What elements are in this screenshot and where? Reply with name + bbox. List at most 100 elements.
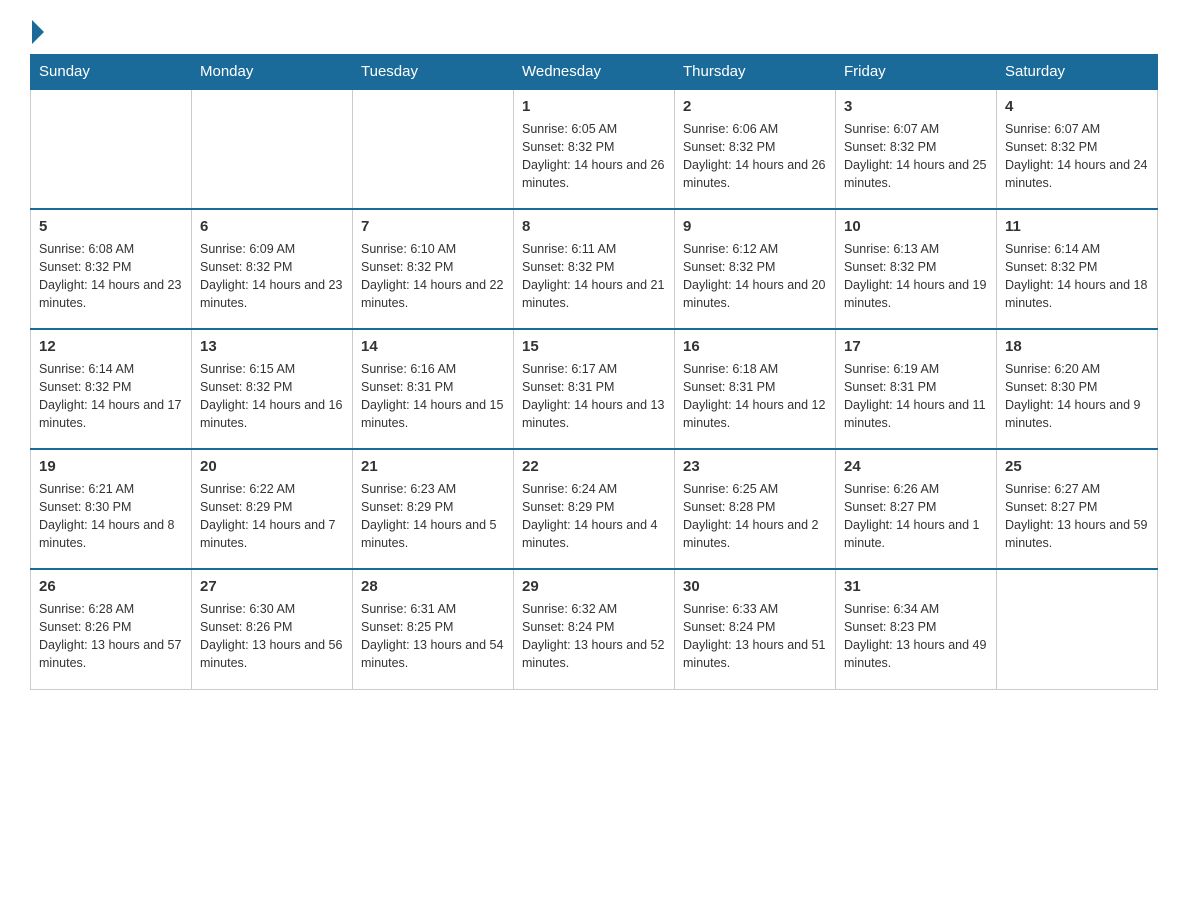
day-info-text: Daylight: 13 hours and 59 minutes. xyxy=(1005,516,1149,552)
calendar-cell: 27Sunrise: 6:30 AMSunset: 8:26 PMDayligh… xyxy=(192,569,353,689)
calendar-week-row: 5Sunrise: 6:08 AMSunset: 8:32 PMDaylight… xyxy=(31,209,1158,329)
day-info-text: Daylight: 14 hours and 15 minutes. xyxy=(361,396,505,432)
day-info-text: Sunset: 8:28 PM xyxy=(683,498,827,516)
day-info-text: Sunset: 8:24 PM xyxy=(683,618,827,636)
day-number: 19 xyxy=(39,456,183,478)
day-info-text: Daylight: 14 hours and 26 minutes. xyxy=(683,156,827,192)
day-info-text: Daylight: 14 hours and 9 minutes. xyxy=(1005,396,1149,432)
calendar-week-row: 19Sunrise: 6:21 AMSunset: 8:30 PMDayligh… xyxy=(31,449,1158,569)
day-info-text: Sunset: 8:30 PM xyxy=(1005,378,1149,396)
day-info-text: Daylight: 14 hours and 26 minutes. xyxy=(522,156,666,192)
day-info-text: Sunset: 8:29 PM xyxy=(200,498,344,516)
day-info-text: Sunrise: 6:06 AM xyxy=(683,120,827,138)
day-info-text: Sunrise: 6:28 AM xyxy=(39,600,183,618)
calendar-cell: 22Sunrise: 6:24 AMSunset: 8:29 PMDayligh… xyxy=(514,449,675,569)
day-info-text: Sunset: 8:32 PM xyxy=(1005,258,1149,276)
day-info-text: Daylight: 13 hours and 54 minutes. xyxy=(361,636,505,672)
day-info-text: Sunrise: 6:18 AM xyxy=(683,360,827,378)
day-info-text: Sunset: 8:31 PM xyxy=(361,378,505,396)
day-info-text: Sunrise: 6:34 AM xyxy=(844,600,988,618)
calendar-cell: 13Sunrise: 6:15 AMSunset: 8:32 PMDayligh… xyxy=(192,329,353,449)
calendar-cell: 10Sunrise: 6:13 AMSunset: 8:32 PMDayligh… xyxy=(836,209,997,329)
day-info-text: Sunset: 8:32 PM xyxy=(844,138,988,156)
day-info-text: Sunrise: 6:21 AM xyxy=(39,480,183,498)
day-number: 14 xyxy=(361,336,505,358)
day-number: 12 xyxy=(39,336,183,358)
day-number: 27 xyxy=(200,576,344,598)
calendar-cell: 3Sunrise: 6:07 AMSunset: 8:32 PMDaylight… xyxy=(836,89,997,209)
day-number: 3 xyxy=(844,96,988,118)
calendar-cell: 31Sunrise: 6:34 AMSunset: 8:23 PMDayligh… xyxy=(836,569,997,689)
day-number: 29 xyxy=(522,576,666,598)
calendar-cell: 14 Sunrise: 6:16 AMSunset: 8:31 PMDayligh… xyxy=(353,329,514,449)
day-info-text: Daylight: 14 hours and 16 minutes. xyxy=(200,396,344,432)
calendar-cell: 5Sunrise: 6:08 AMSunset: 8:32 PMDaylight… xyxy=(31,209,192,329)
day-info-text: Daylight: 13 hours and 51 minutes. xyxy=(683,636,827,672)
calendar-cell: 17Sunrise: 6:19 AMSunset: 8:31 PMDayligh… xyxy=(836,329,997,449)
day-number: 18 xyxy=(1005,336,1149,358)
day-info-text: Sunrise: 6:15 AM xyxy=(200,360,344,378)
day-info-text: Sunset: 8:31 PM xyxy=(683,378,827,396)
calendar-cell: 24Sunrise: 6:26 AMSunset: 8:27 PMDayligh… xyxy=(836,449,997,569)
day-number: 24 xyxy=(844,456,988,478)
weekday-header-tuesday: Tuesday xyxy=(353,55,514,90)
calendar-cell: 28 Sunrise: 6:31 AMSunset: 8:25 PMDayligh… xyxy=(353,569,514,689)
day-info-text: Sunrise: 6:09 AM xyxy=(200,240,344,258)
day-info-text: Sunrise: 6:14 AM xyxy=(1005,240,1149,258)
day-info-text: Sunrise: 6:31 AM xyxy=(361,600,505,618)
calendar-cell xyxy=(192,89,353,209)
day-number: 7 xyxy=(361,216,505,238)
weekday-header-saturday: Saturday xyxy=(997,55,1158,90)
day-info-text: Sunrise: 6:33 AM xyxy=(683,600,827,618)
day-number: 23 xyxy=(683,456,827,478)
day-number: 4 xyxy=(1005,96,1149,118)
day-number: 28 xyxy=(361,576,505,598)
calendar-cell: 21Sunrise: 6:23 AMSunset: 8:29 PMDayligh… xyxy=(353,449,514,569)
day-info-text: Sunset: 8:32 PM xyxy=(522,138,666,156)
calendar-cell: 19Sunrise: 6:21 AMSunset: 8:30 PMDayligh… xyxy=(31,449,192,569)
calendar-cell: 29 Sunrise: 6:32 AMSunset: 8:24 PMDayligh… xyxy=(514,569,675,689)
day-info-text: Daylight: 14 hours and 5 minutes. xyxy=(361,516,505,552)
day-number: 30 xyxy=(683,576,827,598)
calendar-cell: 8Sunrise: 6:11 AMSunset: 8:32 PMDaylight… xyxy=(514,209,675,329)
day-info-text: Sunrise: 6:08 AM xyxy=(39,240,183,258)
day-info-text: Sunset: 8:32 PM xyxy=(522,258,666,276)
day-info-text: Sunrise: 6:10 AM xyxy=(361,240,505,258)
calendar-cell: 23Sunrise: 6:25 AMSunset: 8:28 PMDayligh… xyxy=(675,449,836,569)
calendar-cell xyxy=(353,89,514,209)
day-info-text: Sunset: 8:32 PM xyxy=(39,258,183,276)
weekday-header-monday: Monday xyxy=(192,55,353,90)
day-number: 10 xyxy=(844,216,988,238)
day-info-text: Sunrise: 6:26 AM xyxy=(844,480,988,498)
day-number: 25 xyxy=(1005,456,1149,478)
calendar-cell: 1Sunrise: 6:05 AMSunset: 8:32 PMDaylight… xyxy=(514,89,675,209)
day-info-text: Daylight: 14 hours and 11 minutes. xyxy=(844,396,988,432)
day-info-text: Daylight: 13 hours and 52 minutes. xyxy=(522,636,666,672)
day-info-text: Sunset: 8:32 PM xyxy=(1005,138,1149,156)
day-info-text: Sunrise: 6:16 AM xyxy=(361,360,505,378)
day-info-text: Daylight: 14 hours and 18 minutes. xyxy=(1005,276,1149,312)
day-info-text: Sunrise: 6:32 AM xyxy=(522,600,666,618)
day-info-text: Sunrise: 6:27 AM xyxy=(1005,480,1149,498)
day-info-text: Daylight: 13 hours and 56 minutes. xyxy=(200,636,344,672)
day-info-text: Sunrise: 6:14 AM xyxy=(39,360,183,378)
day-info-text: Daylight: 14 hours and 1 minute. xyxy=(844,516,988,552)
day-info-text: Sunset: 8:23 PM xyxy=(844,618,988,636)
day-info-text: Sunrise: 6:20 AM xyxy=(1005,360,1149,378)
calendar-table: SundayMondayTuesdayWednesdayThursdayFrid… xyxy=(30,54,1158,690)
day-number: 21 xyxy=(361,456,505,478)
calendar-cell: 12Sunrise: 6:14 AMSunset: 8:32 PMDayligh… xyxy=(31,329,192,449)
calendar-cell: 16Sunrise: 6:18 AMSunset: 8:31 PMDayligh… xyxy=(675,329,836,449)
weekday-header-sunday: Sunday xyxy=(31,55,192,90)
day-number: 13 xyxy=(200,336,344,358)
day-info-text: Sunset: 8:29 PM xyxy=(361,498,505,516)
day-number: 15 xyxy=(522,336,666,358)
day-info-text: Sunrise: 6:22 AM xyxy=(200,480,344,498)
weekday-header-wednesday: Wednesday xyxy=(514,55,675,90)
day-info-text: Sunrise: 6:07 AM xyxy=(1005,120,1149,138)
day-info-text: Daylight: 14 hours and 24 minutes. xyxy=(1005,156,1149,192)
day-number: 8 xyxy=(522,216,666,238)
day-info-text: Sunset: 8:25 PM xyxy=(361,618,505,636)
day-info-text: Sunset: 8:24 PM xyxy=(522,618,666,636)
day-info-text: Sunset: 8:32 PM xyxy=(361,258,505,276)
